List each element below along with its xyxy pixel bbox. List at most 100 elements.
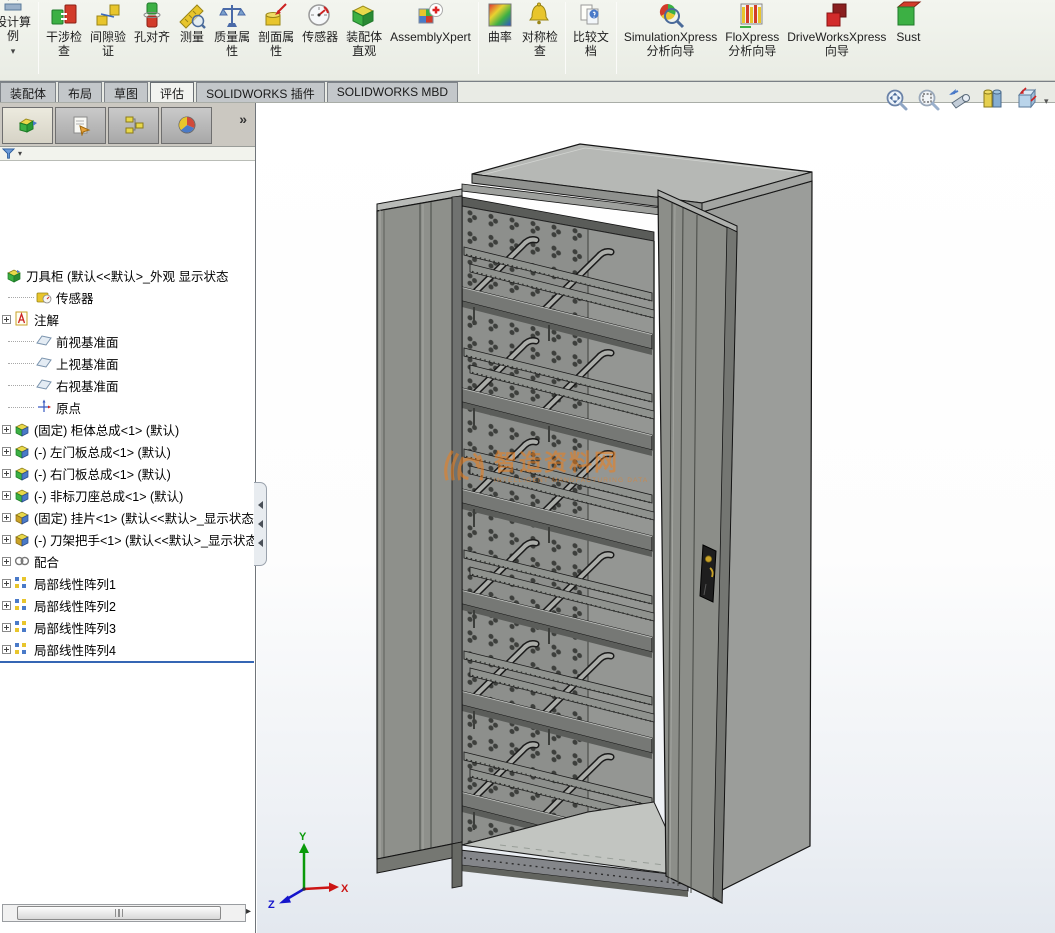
configurationmanager-icon bbox=[125, 116, 143, 134]
tree-item-right-plane[interactable]: 右视基准面 bbox=[0, 374, 255, 396]
assemblyxpert-icon bbox=[416, 1, 444, 29]
expander-icon[interactable] bbox=[2, 512, 11, 522]
simulationxpress-icon bbox=[657, 1, 685, 29]
sustainability-icon bbox=[894, 1, 922, 29]
scrollbar-right-arrow[interactable]: ▸ bbox=[246, 906, 251, 917]
tree-item-pattern-1[interactable]: 局部线性阵列1 bbox=[0, 572, 255, 594]
tree-item-front-plane[interactable]: 前视基准面 bbox=[0, 330, 255, 352]
tree-item-origin[interactable]: 原点 bbox=[0, 396, 255, 418]
interference-check-icon bbox=[50, 1, 78, 29]
plane-icon bbox=[36, 335, 52, 346]
ribbon-button-driveworksxpress[interactable]: DriveWorksXpress 向导 bbox=[783, 0, 890, 58]
hud-overflow-caret[interactable]: ▾ bbox=[1044, 96, 1049, 107]
ribbon-separator bbox=[564, 2, 566, 74]
curvature-icon bbox=[486, 1, 514, 29]
tab-configurationmanager[interactable] bbox=[108, 106, 159, 144]
expander-icon[interactable] bbox=[2, 490, 11, 500]
section-view-icon[interactable] bbox=[980, 87, 1006, 113]
expander-icon[interactable] bbox=[2, 644, 11, 654]
collapse-left-icon bbox=[257, 539, 263, 547]
ribbon-button-mass-properties[interactable]: 质量属 性 bbox=[210, 0, 254, 58]
ribbon-button-curvature[interactable]: 曲率 bbox=[482, 0, 518, 44]
zoom-to-fit-icon[interactable] bbox=[884, 87, 910, 113]
tool-cabinet-model[interactable]: Y X Z bbox=[257, 103, 1055, 933]
compare-documents-icon bbox=[577, 1, 605, 29]
expander-icon[interactable] bbox=[2, 424, 11, 434]
ribbon-button-sensor[interactable]: 传感器 bbox=[298, 0, 342, 44]
scrollbar-thumb[interactable] bbox=[17, 906, 221, 920]
mates-icon bbox=[14, 556, 30, 566]
tree-item-root[interactable]: 刀具柜 (默认<<默认>_外观 显示状态 bbox=[0, 264, 255, 286]
tree-item-tool-seat[interactable]: (-) 非标刀座总成<1> (默认) bbox=[0, 484, 255, 506]
ribbon-button-hole-alignment[interactable]: 孔对齐 bbox=[130, 0, 174, 44]
ribbon-button-section-properties[interactable]: 剖面属 性 bbox=[254, 0, 298, 58]
tree-item-top-plane[interactable]: 上视基准面 bbox=[0, 352, 255, 374]
feature-manager-panel: » ▾ 刀具柜 (默认<<默认>_外观 显示状态 传感器 注解 前视基准面 上视… bbox=[0, 103, 256, 933]
tab-displaymanager[interactable] bbox=[161, 106, 212, 144]
expander-icon[interactable] bbox=[2, 468, 11, 478]
door-lock[interactable] bbox=[699, 544, 717, 603]
tree-item-sensors[interactable]: 传感器 bbox=[0, 286, 255, 308]
expander-icon[interactable] bbox=[2, 622, 11, 632]
tree-item-pattern-3[interactable]: 局部线性阵列3 bbox=[0, 616, 255, 638]
feature-tree: 刀具柜 (默认<<默认>_外观 显示状态 传感器 注解 前视基准面 上视基准面 bbox=[0, 264, 255, 663]
design-study-icon bbox=[0, 0, 27, 14]
graphics-viewport[interactable]: Y X Z 智造资料网 INTELLIGENT MANUFACTURING DA… bbox=[257, 103, 1055, 933]
origin-icon bbox=[38, 399, 51, 412]
heads-up-view-toolbar: ▾ bbox=[884, 87, 1049, 113]
triad-x-label: X bbox=[341, 883, 349, 895]
expander-icon[interactable] bbox=[2, 314, 11, 324]
panel-collapse-splitter[interactable] bbox=[254, 482, 267, 566]
zoom-to-area-icon[interactable] bbox=[916, 87, 942, 113]
tree-item-pattern-2[interactable]: 局部线性阵列2 bbox=[0, 594, 255, 616]
tree-item-hanging-plate[interactable]: (固定) 挂片<1> (默认<<默认>_显示状态 bbox=[0, 506, 255, 528]
ribbon-button-assemblyxpert[interactable]: AssemblyXpert bbox=[386, 0, 475, 44]
tree-selection-line bbox=[0, 661, 254, 663]
orientation-triad: Y X Z bbox=[268, 831, 349, 911]
display-style-icon[interactable] bbox=[1012, 87, 1038, 113]
ribbon-button-symmetry-check[interactable]: 对称检 查 bbox=[518, 0, 562, 58]
tab-solidworks-addins[interactable]: SOLIDWORKS 插件 bbox=[196, 82, 325, 102]
ribbon-button-floxpress[interactable]: FloXpress 分析向导 bbox=[721, 0, 783, 58]
ribbon-button-assembly-visualization[interactable]: 装配体 直观 bbox=[342, 0, 386, 58]
expander-icon[interactable] bbox=[2, 578, 11, 588]
tab-evaluate[interactable]: 评估 bbox=[150, 82, 195, 102]
expander-icon[interactable] bbox=[2, 600, 11, 610]
filter-funnel-icon bbox=[2, 147, 15, 159]
tab-featuremanager[interactable] bbox=[2, 106, 53, 144]
ribbon-button-measure[interactable]: 测量 bbox=[174, 0, 210, 44]
tab-sketch[interactable]: 草图 bbox=[104, 82, 149, 102]
tree-horizontal-scrollbar[interactable] bbox=[2, 904, 246, 922]
panel-overflow-chevron[interactable]: » bbox=[239, 111, 247, 127]
ribbon-button-sustainability[interactable]: Sust bbox=[890, 0, 926, 44]
tree-item-annotations[interactable]: 注解 bbox=[0, 308, 255, 330]
ribbon-button-clearance-verification[interactable]: 间隙验 证 bbox=[86, 0, 130, 58]
expander-icon[interactable] bbox=[2, 446, 11, 456]
solidworks-window: 设计算 例 ▾ 干涉检 查 间隙验 证 孔对齐 测量 质量属 性 剖面属 性 bbox=[0, 0, 1055, 933]
tree-filter-bar[interactable]: ▾ bbox=[0, 147, 255, 161]
ribbon-button-design-study[interactable]: 设计算 例 ▾ bbox=[0, 0, 35, 57]
tree-item-mates[interactable]: 配合 bbox=[0, 550, 255, 572]
ribbon-button-compare-documents[interactable]: 比较文 档 bbox=[569, 0, 613, 58]
tab-solidworks-mbd[interactable]: SOLIDWORKS MBD bbox=[326, 82, 459, 102]
tree-item-cabinet-body[interactable]: (固定) 柜体总成<1> (默认) bbox=[0, 418, 255, 440]
view-orientation-icon[interactable] bbox=[948, 87, 974, 113]
ribbon-button-simulationxpress[interactable]: SimulationXpress 分析向导 bbox=[620, 0, 721, 58]
tab-layout[interactable]: 布局 bbox=[58, 82, 103, 102]
assembly-visualization-icon bbox=[350, 1, 378, 29]
tab-propertymanager[interactable] bbox=[55, 106, 106, 144]
pattern-icon bbox=[15, 621, 26, 632]
tree-item-right-door[interactable]: (-) 右门板总成<1> (默认) bbox=[0, 462, 255, 484]
driveworksxpress-icon bbox=[823, 1, 851, 29]
section-properties-icon bbox=[262, 1, 290, 29]
expander-icon[interactable] bbox=[2, 534, 11, 544]
tree-item-tool-rack-handle[interactable]: (-) 刀架把手<1> (默认<<默认>_显示状态 bbox=[0, 528, 255, 550]
left-door[interactable] bbox=[376, 188, 463, 889]
ribbon-button-interference-check[interactable]: 干涉检 查 bbox=[42, 0, 86, 58]
chevron-down-icon: ▾ bbox=[18, 149, 23, 158]
tab-assembly[interactable]: 装配体 bbox=[0, 82, 57, 102]
tree-item-pattern-4[interactable]: 局部线性阵列4 bbox=[0, 638, 255, 660]
measure-icon bbox=[178, 1, 206, 29]
expander-icon[interactable] bbox=[2, 556, 11, 566]
tree-item-left-door[interactable]: (-) 左门板总成<1> (默认) bbox=[0, 440, 255, 462]
